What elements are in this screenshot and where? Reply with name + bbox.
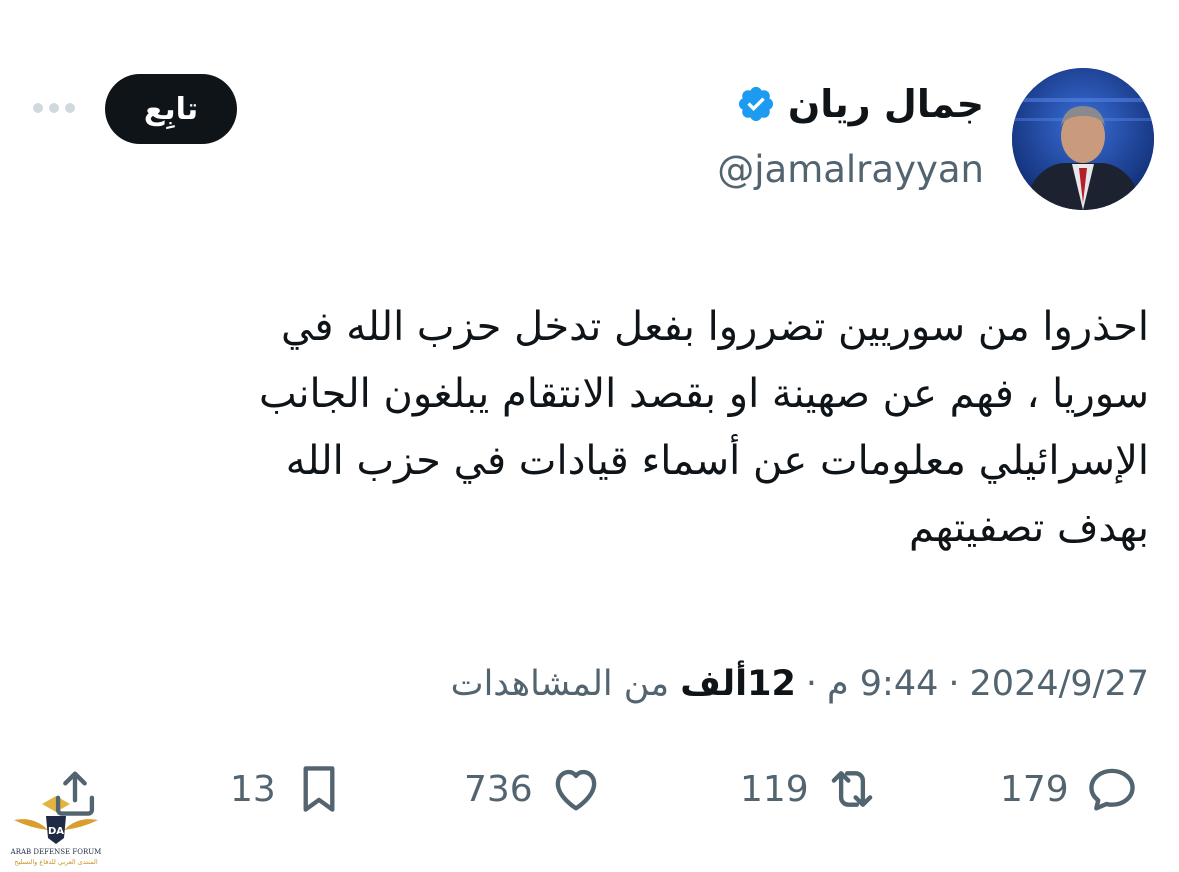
watermark-logo-text: DA [48, 826, 64, 837]
bookmark-icon [303, 766, 335, 812]
watermark-line2: المنتدى العربي للدفاع والتسليح [14, 858, 98, 866]
reply-button[interactable]: 179 [1000, 760, 1141, 818]
author-display-name[interactable]: جمال ريان [788, 82, 984, 126]
more-options-icon[interactable] [30, 96, 78, 120]
tweet-text: احذروا من سوريين تضرروا بفعل تدخل حزب ال… [259, 304, 1149, 551]
tweet-meta: 2024/9/27 · 9:44 م · 12ألف من المشاهدات [451, 664, 1149, 704]
tweet-time[interactable]: 9:44 م [827, 664, 938, 704]
action-bar: 179 119 736 13 [0, 760, 1179, 830]
author-name-row[interactable]: جمال ريان [736, 82, 984, 126]
watermark-line1: ARAB DEFENSE FORUM [10, 848, 102, 856]
views-count: 12ألف [680, 664, 796, 704]
retweet-icon [831, 771, 873, 807]
retweet-count: 119 [740, 768, 809, 810]
like-button[interactable]: 736 [464, 760, 605, 818]
meta-separator: · [948, 664, 960, 704]
bookmark-button[interactable]: 13 [230, 760, 348, 818]
share-icon[interactable] [46, 764, 104, 822]
reply-icon [1089, 768, 1135, 811]
author-handle[interactable]: @jamalrayyan [717, 148, 984, 191]
tweet-date[interactable]: 2024/9/27 [970, 664, 1149, 704]
verified-badge-icon [738, 86, 773, 122]
reply-count: 179 [1000, 768, 1069, 810]
like-count: 736 [464, 768, 533, 810]
meta-separator: · [805, 664, 817, 704]
follow-button[interactable]: تابِع [105, 74, 237, 144]
heart-icon [555, 769, 597, 811]
bookmark-count: 13 [230, 768, 276, 810]
views-label: من المشاهدات [450, 664, 670, 704]
retweet-button[interactable]: 119 [740, 760, 881, 818]
avatar[interactable] [1012, 68, 1154, 210]
